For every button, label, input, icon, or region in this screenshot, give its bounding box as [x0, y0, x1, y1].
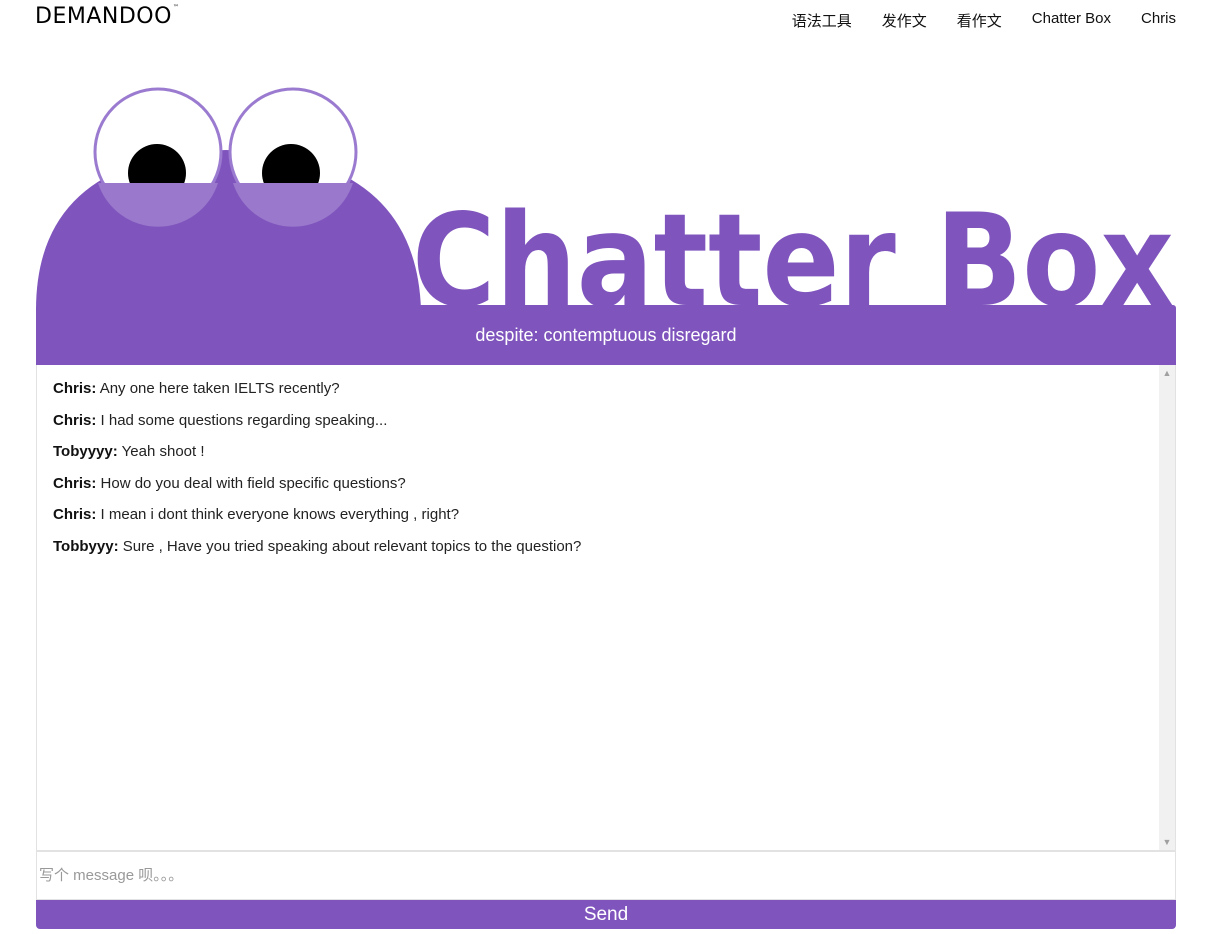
mascot-illustration: Chatter Box	[36, 87, 1174, 310]
message-sender: Chris:	[53, 506, 97, 523]
nav-item-view-essays[interactable]: 看作文	[957, 10, 1002, 31]
message-sender: Tobyyyy:	[53, 443, 118, 460]
topic-header: despite: contemptuous disregard	[36, 305, 1176, 365]
mascot-left-eye	[93, 87, 223, 227]
nav-item-chatter-box[interactable]: Chatter Box	[1032, 10, 1111, 31]
message-input[interactable]	[37, 852, 1175, 899]
message-text: Any one here taken IELTS recently?	[99, 380, 340, 397]
chat-message: Tobyyyy: Yeah shoot !	[53, 442, 1155, 462]
message-sender: Tobbyyy:	[53, 537, 119, 555]
message-text: How do you deal with field specific ques…	[100, 474, 406, 492]
message-text: I had some questions regarding speaking.…	[100, 411, 388, 429]
chat-message: Chris: I mean i dont think everyone know…	[53, 505, 1155, 525]
chat-message: Chris: Any one here taken IELTS recently…	[53, 379, 1155, 399]
nav-item-post-essay[interactable]: 发作文	[882, 10, 927, 31]
nav-item-user-chris[interactable]: Chris	[1141, 10, 1176, 31]
logo-trademark: ™	[172, 4, 180, 11]
message-text: Sure , Have you tried speaking about rel…	[122, 537, 582, 555]
chat-message: Chris: How do you deal with field specif…	[53, 474, 1155, 494]
message-text: Yeah shoot !	[121, 443, 205, 460]
mascot-body	[36, 150, 421, 310]
message-sender: Chris:	[53, 380, 97, 397]
message-sender: Chris:	[53, 411, 97, 429]
scroll-down-arrow-icon[interactable]: ▼	[1159, 834, 1175, 850]
brand-logo[interactable]: DEMANDOO™	[35, 4, 179, 29]
chat-message: Chris: I had some questions regarding sp…	[53, 411, 1155, 431]
vertical-scrollbar[interactable]: ▲ ▼	[1159, 365, 1175, 850]
chatter-box-banner: Chatter Box	[36, 60, 1176, 310]
message-text: I mean i dont think everyone knows every…	[100, 506, 460, 523]
nav-item-grammar-tool[interactable]: 语法工具	[792, 10, 852, 31]
message-sender: Chris:	[53, 474, 97, 492]
message-composer	[36, 851, 1176, 900]
logo-text: DEMANDOO	[35, 4, 172, 29]
banner-title: Chatter Box	[412, 187, 1174, 310]
topic-text: despite: contemptuous disregard	[475, 324, 737, 345]
top-navbar: DEMANDOO™ 语法工具 发作文 看作文 Chatter Box Chris	[0, 0, 1216, 40]
message-list: Chris: Any one here taken IELTS recently…	[53, 379, 1155, 568]
send-button[interactable]: Send	[36, 900, 1176, 929]
mascot-right-eye	[228, 87, 358, 227]
scroll-up-arrow-icon[interactable]: ▲	[1159, 365, 1175, 381]
chat-message-pane[interactable]: Chris: Any one here taken IELTS recently…	[36, 365, 1176, 851]
chat-message: Tobbyyy: Sure , Have you tried speaking …	[53, 537, 1155, 557]
main-nav: 语法工具 发作文 看作文 Chatter Box Chris	[762, 10, 1176, 31]
